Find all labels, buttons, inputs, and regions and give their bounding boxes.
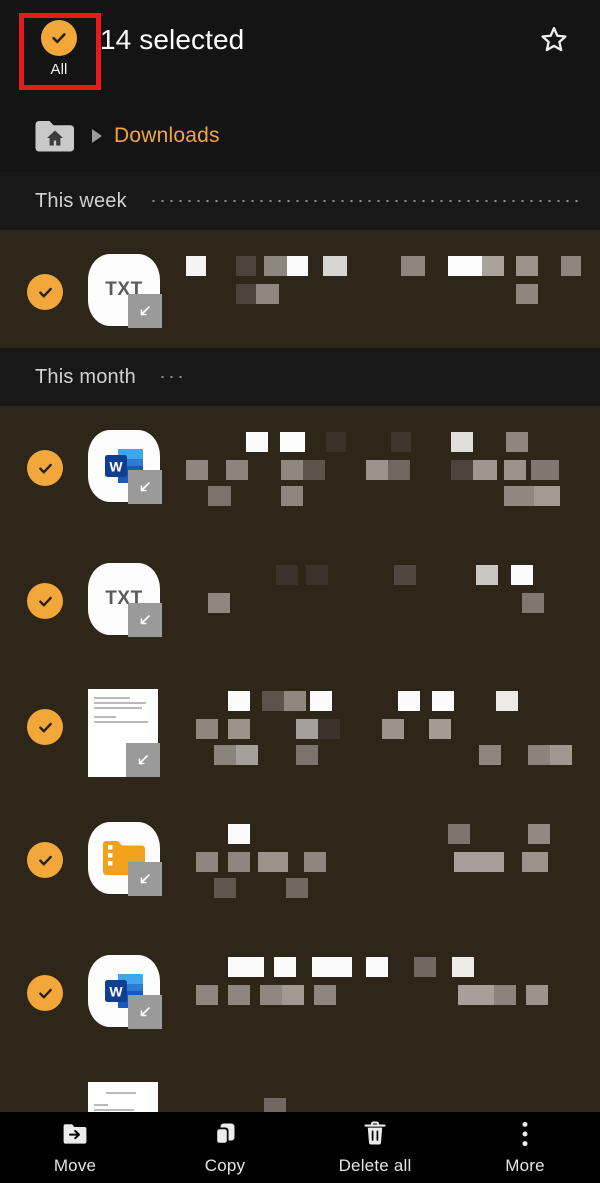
more-button[interactable]: More [450, 1120, 600, 1176]
check-circle-filled-icon[interactable] [41, 20, 77, 56]
document-thumbnail-icon [88, 1082, 160, 1112]
resize-arrow-icon [128, 294, 162, 328]
word-file-icon: W [88, 955, 162, 1029]
redaction-line [186, 284, 600, 306]
redaction-line [186, 878, 600, 900]
file-row[interactable] [0, 1062, 600, 1112]
section-header-this-month: This month [0, 348, 600, 406]
file-name-redacted [186, 687, 600, 767]
txt-file-icon: TXT [88, 563, 162, 637]
dotted-divider [157, 376, 188, 378]
breadcrumb-current-folder[interactable]: Downloads [114, 124, 220, 148]
folder-home-icon[interactable] [34, 119, 76, 153]
dotted-divider [148, 200, 582, 202]
file-name-redacted [186, 1080, 600, 1112]
redaction-line [186, 565, 600, 587]
file-name-redacted [186, 252, 600, 306]
file-list[interactable]: This week TXT This month W TXT W [0, 172, 600, 1112]
word-file-icon: W [88, 430, 162, 504]
more-vertical-icon [521, 1120, 529, 1148]
document-thumbnail-icon [88, 689, 160, 777]
move-button-label: Move [53, 1155, 97, 1175]
resize-arrow-icon [128, 862, 162, 896]
triangle-right-icon [90, 128, 104, 144]
resize-arrow-icon [128, 470, 162, 504]
select-all-button[interactable]: All [27, 20, 91, 82]
file-row[interactable] [0, 798, 600, 931]
favorite-button[interactable] [532, 20, 576, 64]
redaction-line [186, 824, 600, 846]
file-row[interactable]: TXT [0, 230, 600, 348]
svg-text:W: W [109, 984, 123, 1000]
trash-icon [363, 1120, 387, 1148]
copy-button[interactable]: Copy [150, 1120, 300, 1176]
row-checkbox-selected[interactable] [27, 274, 63, 310]
file-row[interactable] [0, 665, 600, 798]
redaction-line [186, 1098, 600, 1112]
file-name-redacted [186, 561, 600, 615]
breadcrumb: Downloads [0, 100, 600, 172]
move-to-folder-icon [62, 1120, 88, 1148]
resize-arrow-icon [128, 995, 162, 1029]
row-checkbox-selected[interactable] [27, 450, 63, 486]
redaction-line [186, 691, 600, 713]
section-header-this-week: This week [0, 172, 600, 230]
redaction-line [186, 432, 600, 454]
select-all-label: All [50, 61, 68, 78]
move-button[interactable]: Move [0, 1120, 150, 1176]
redaction-line [186, 593, 600, 615]
row-checkbox-selected[interactable] [27, 975, 63, 1011]
more-button-label: More [505, 1155, 545, 1175]
redaction-line [186, 852, 600, 874]
redaction-line [186, 745, 600, 767]
redaction-line [186, 460, 600, 482]
redaction-line [186, 486, 600, 508]
redaction-line [186, 719, 600, 741]
copy-button-label: Copy [204, 1155, 246, 1175]
delete-all-button-label: Delete all [338, 1155, 412, 1175]
redaction-line [186, 256, 600, 278]
file-name-redacted [186, 953, 600, 1007]
selection-count-label: 14 selected [100, 24, 245, 55]
row-checkbox-selected[interactable] [27, 842, 63, 878]
row-checkbox-selected[interactable] [27, 709, 63, 745]
resize-arrow-icon [126, 743, 160, 777]
svg-text:W: W [109, 459, 123, 475]
redaction-line [186, 985, 600, 1007]
redaction-line [186, 957, 600, 979]
zip-folder-icon [88, 822, 162, 896]
txt-file-icon: TXT [88, 254, 162, 328]
delete-all-button[interactable]: Delete all [300, 1120, 450, 1176]
star-outline-icon [538, 24, 570, 61]
row-checkbox-selected[interactable] [27, 583, 63, 619]
file-name-redacted [186, 428, 600, 508]
selection-header: All 14 selected [0, 0, 600, 100]
file-row[interactable]: TXT [0, 539, 600, 665]
file-row[interactable]: W [0, 931, 600, 1062]
section-title: This week [35, 189, 127, 212]
resize-arrow-icon [128, 603, 162, 637]
file-manager-screen: All 14 selected Downloads This week TXT … [0, 0, 600, 1183]
copy-icon [213, 1120, 237, 1148]
bottom-action-toolbar: Move Copy Delete all More [0, 1112, 600, 1183]
file-name-redacted [186, 820, 600, 900]
file-row[interactable]: W [0, 406, 600, 539]
section-title: This month [35, 365, 136, 388]
